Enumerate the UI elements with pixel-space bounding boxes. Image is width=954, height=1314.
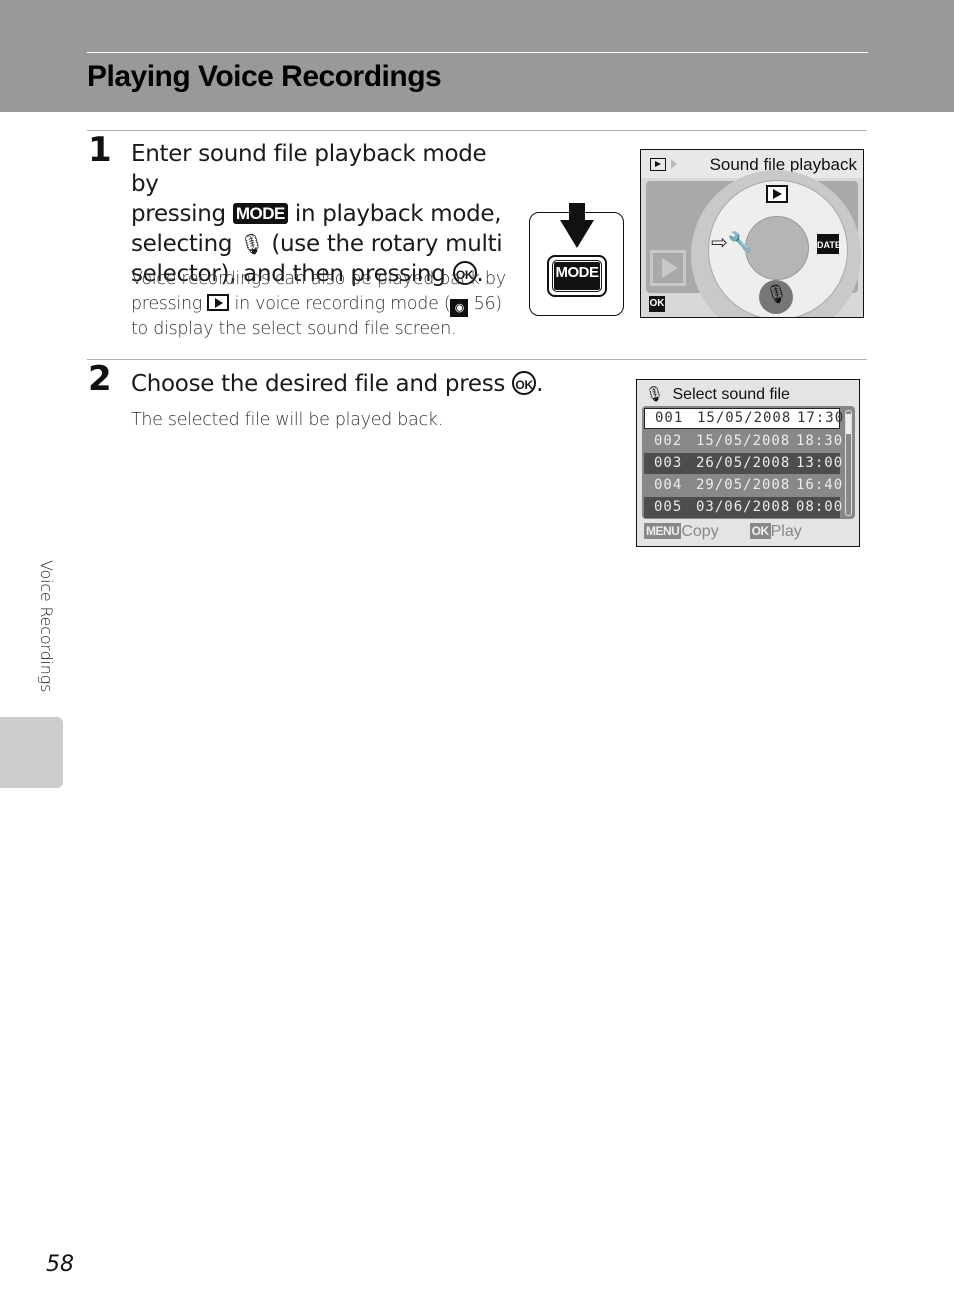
step-1-note-d: to display the select sound file screen. <box>131 319 457 339</box>
file-row[interactable]: 003 26/05/2008 13:00 <box>644 453 842 474</box>
step-1-note-ref: 56) <box>473 294 503 314</box>
playback-icon <box>766 185 788 203</box>
file-row[interactable]: 001 15/05/2008 17:30 <box>644 408 843 429</box>
screen-title: Select sound file <box>672 386 790 403</box>
mode-button-icon: MODE <box>232 203 288 224</box>
step-2-text-b: . <box>536 371 544 397</box>
sound-file-icon: 🎙 <box>645 386 665 403</box>
mode-button: MODE <box>547 255 607 297</box>
step-1-text-d: selecting <box>131 231 233 257</box>
header-rule <box>87 52 868 53</box>
setup-icon: ⇨🔧 <box>711 232 753 254</box>
calendar-date-icon: DATE <box>817 234 841 254</box>
copy-action-label: Copy <box>681 523 719 540</box>
step-2-number: 2 <box>88 359 112 399</box>
mode-button-illustration: MODE <box>529 203 624 316</box>
sound-file-list: 001 15/05/2008 17:30 002 15/05/2008 18:3… <box>642 406 855 519</box>
play-action-label: Play <box>770 523 802 540</box>
ok-key-icon: OK <box>749 523 771 539</box>
screen-footer: MENU Copy OK Play <box>644 523 802 541</box>
step-2-note: The selected file will be played back. <box>131 410 443 430</box>
menu-key-icon: MENU <box>644 523 682 539</box>
sound-file-playback-selected: 🎙 <box>759 280 793 314</box>
chevron-right-icon <box>671 159 677 169</box>
select-sound-file-screen: 🎙 Select sound file 001 15/05/2008 17:30… <box>636 379 860 547</box>
section-tab-label: Voice Recordings <box>37 560 56 693</box>
ok-button-icon: OK <box>512 371 537 395</box>
microphone-icon: 🎙 <box>765 284 788 304</box>
step-1-note-c: in voice recording mode ( <box>234 294 451 314</box>
step-1-note: Voice recordings can also be played back… <box>131 267 521 342</box>
section-tab <box>0 717 63 788</box>
reference-icon: ◉ <box>450 299 469 317</box>
file-row[interactable]: 004 29/05/2008 16:40 <box>644 475 842 496</box>
step-1-text-a: Enter sound file playback mode by <box>131 141 487 197</box>
large-play-icon <box>650 250 686 286</box>
page-title: Playing Voice Recordings <box>87 60 442 93</box>
step-1-text-b: pressing <box>131 201 226 227</box>
step-1-divider <box>87 130 867 131</box>
down-arrow-head <box>560 220 594 248</box>
step-1-number: 1 <box>88 130 112 170</box>
file-row[interactable]: 002 15/05/2008 18:30 <box>644 431 842 452</box>
mode-button-label: MODE <box>554 262 600 290</box>
playback-button-icon <box>207 294 230 311</box>
step-1-note-a: Voice recordings can also be played back… <box>131 269 506 289</box>
scrollbar-thumb[interactable] <box>846 414 851 434</box>
sound-file-playback-screen: Sound file playback ⇨🔧 DATE 🎙 OK <box>640 149 864 318</box>
step-1-text-e: (use the rotary multi <box>271 231 503 257</box>
step-2-text-a: Choose the desired file and press <box>131 371 506 397</box>
ok-indicator: OK <box>649 296 665 312</box>
sound-file-playback-icon: 🎙 <box>239 232 265 256</box>
down-arrow-icon <box>569 203 585 221</box>
step-1-note-b: pressing <box>131 294 202 314</box>
file-row[interactable]: 005 03/06/2008 08:00 <box>644 497 842 518</box>
page-number: 58 <box>46 1252 74 1277</box>
scrollbar[interactable] <box>845 410 852 516</box>
header-band <box>0 0 954 112</box>
step-1-text-c: in playback mode, <box>294 201 502 227</box>
step-2-instruction: Choose the desired file and press OK. <box>131 369 591 399</box>
playback-mode-icon <box>650 158 666 171</box>
step-2-divider <box>87 359 867 360</box>
